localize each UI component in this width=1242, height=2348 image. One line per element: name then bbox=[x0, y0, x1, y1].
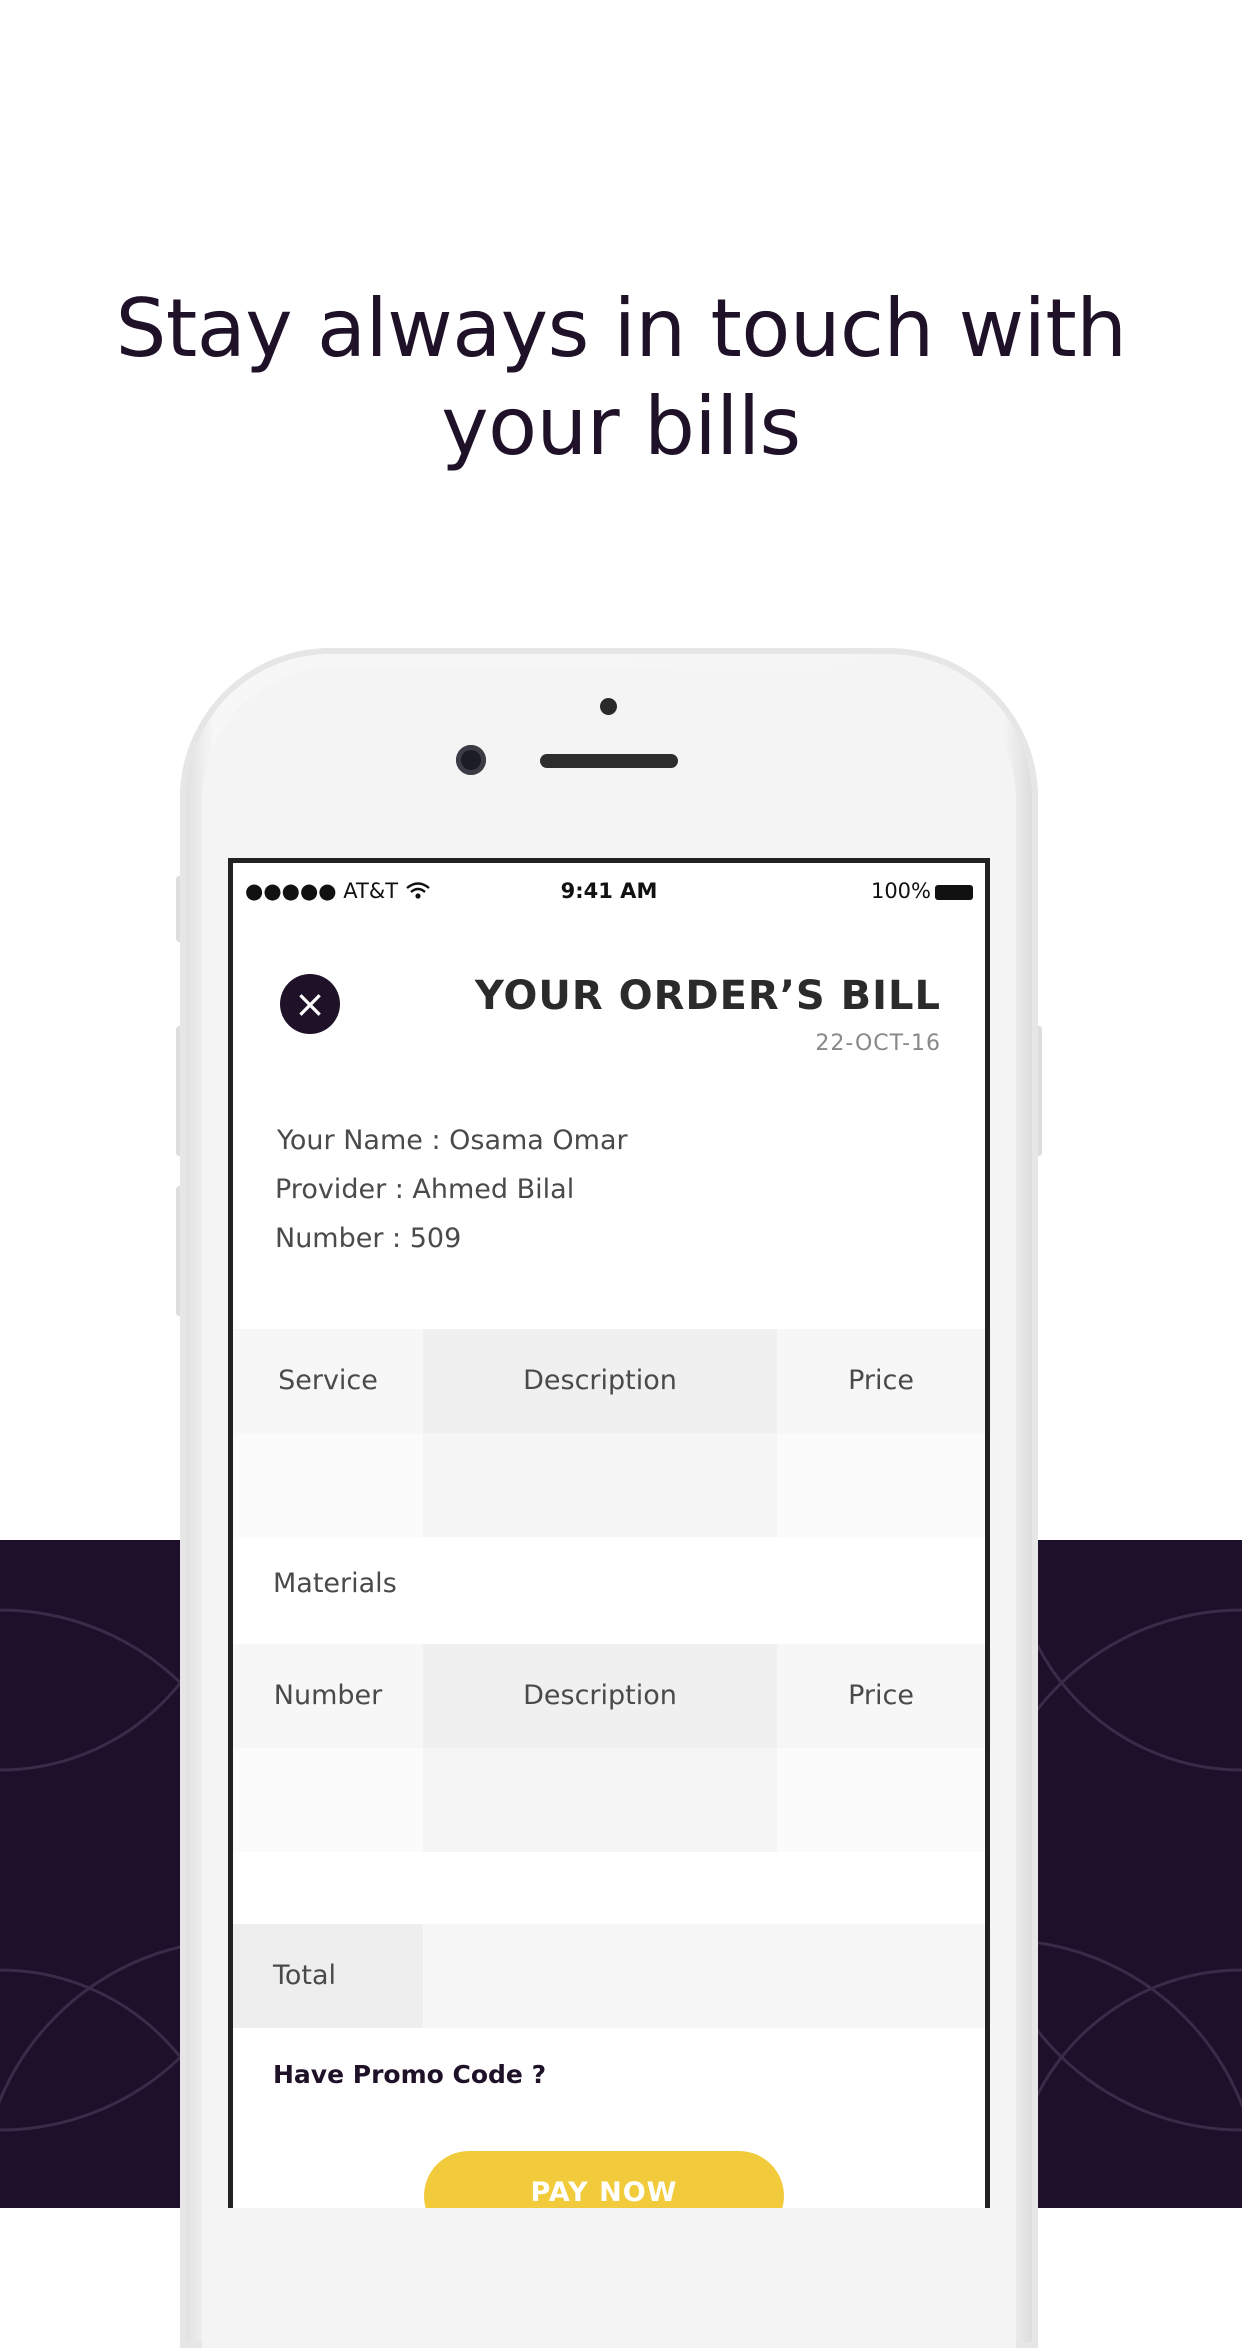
provider-name: Provider : Ahmed Bilal bbox=[275, 1174, 575, 1205]
table-cell bbox=[233, 1748, 423, 1852]
services-table-header: Service Description Price bbox=[233, 1329, 985, 1433]
column-header-price: Price bbox=[777, 1329, 985, 1433]
materials-table-header: Number Description Price bbox=[233, 1644, 985, 1748]
headline-line-2: your bills bbox=[441, 380, 801, 473]
services-table-row bbox=[233, 1433, 985, 1537]
front-camera bbox=[456, 745, 486, 775]
phone-screen: ●●●●● AT&T 9:41 AM 100% × YOUR ORDER’S B… bbox=[228, 858, 990, 2208]
column-header-service: Service bbox=[233, 1329, 423, 1433]
table-cell bbox=[777, 1433, 985, 1537]
column-header-description: Description bbox=[423, 1644, 777, 1748]
table-cell bbox=[423, 1433, 777, 1537]
headline-line-1: Stay always in touch with bbox=[115, 282, 1127, 375]
status-bar: ●●●●● AT&T 9:41 AM 100% bbox=[233, 863, 985, 903]
earpiece-speaker bbox=[540, 754, 678, 768]
close-button[interactable]: × bbox=[280, 974, 340, 1034]
table-cell bbox=[423, 1748, 777, 1852]
close-icon: × bbox=[294, 982, 326, 1026]
bill-date: 22-OCT-16 bbox=[815, 1031, 941, 1056]
proximity-sensor bbox=[600, 698, 617, 715]
column-header-price: Price bbox=[777, 1644, 985, 1748]
table-cell bbox=[777, 1748, 985, 1852]
promo-code-link[interactable]: Have Promo Code ? bbox=[273, 2060, 546, 2089]
column-header-description: Description bbox=[423, 1329, 777, 1433]
materials-label: Materials bbox=[273, 1568, 397, 1599]
table-cell bbox=[233, 1433, 423, 1537]
order-number: Number : 509 bbox=[275, 1223, 462, 1254]
materials-table-row bbox=[233, 1748, 985, 1852]
headline: Stay always in touch with your bills bbox=[0, 280, 1242, 476]
pay-now-button[interactable]: PAY NOW bbox=[424, 2151, 784, 2208]
battery-icon bbox=[935, 885, 973, 900]
total-label: Total bbox=[233, 1924, 423, 2028]
page-title: YOUR ORDER’S BILL bbox=[474, 973, 941, 1019]
total-row: Total bbox=[233, 1924, 985, 2028]
customer-name: Your Name : Osama Omar bbox=[277, 1125, 628, 1156]
status-battery: 100% bbox=[871, 879, 973, 903]
column-header-number: Number bbox=[233, 1644, 423, 1748]
